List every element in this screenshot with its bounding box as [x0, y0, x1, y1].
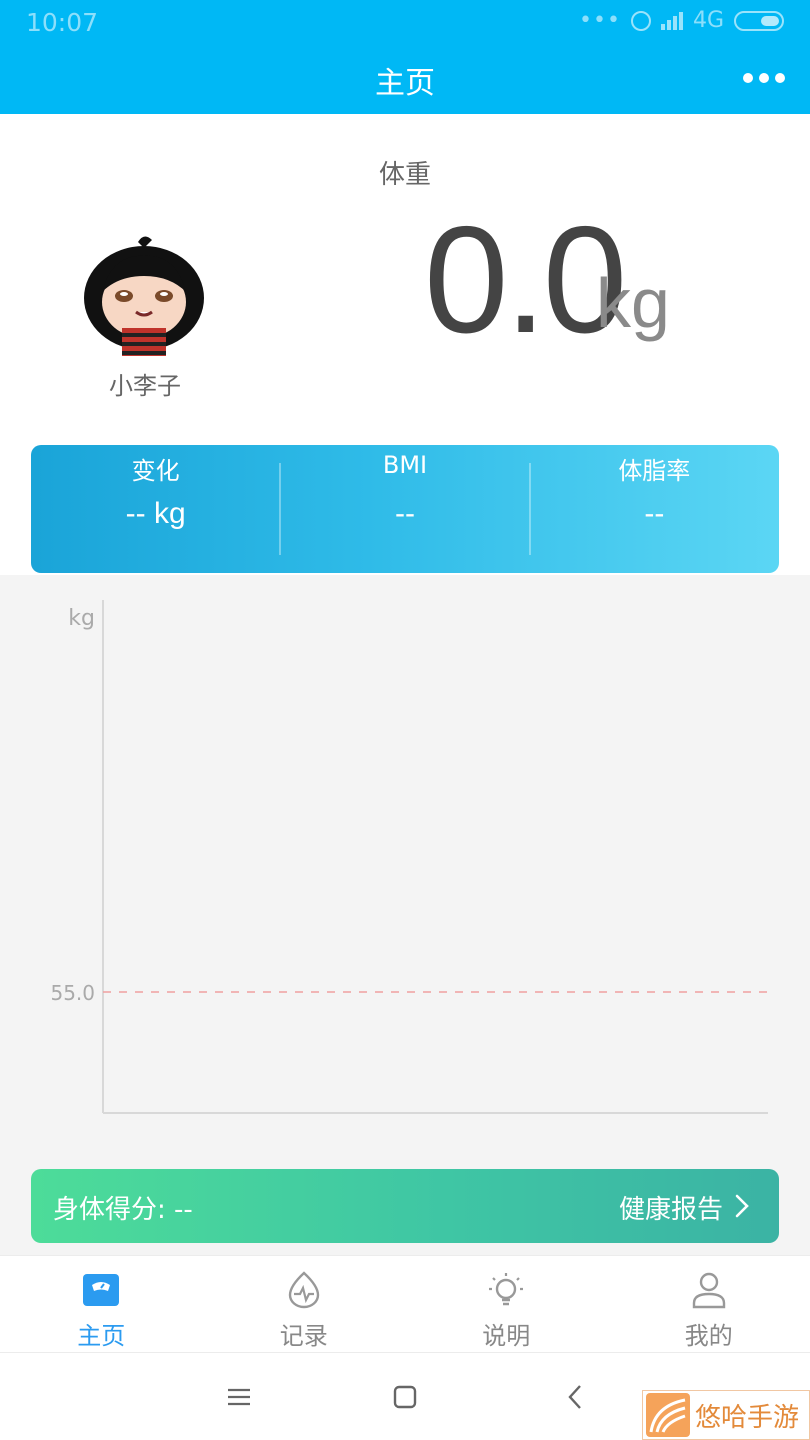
nav-item-mine[interactable]: 我的 [608, 1256, 810, 1352]
health-report-link[interactable]: 健康报告 [619, 1189, 723, 1226]
nav-label-mine: 我的 [684, 1322, 733, 1350]
home-button-icon[interactable] [390, 1382, 420, 1412]
user-avatar[interactable] [82, 232, 206, 356]
weight-label: 体重 [378, 160, 431, 190]
reference-line-label: 55.0 [50, 981, 95, 1005]
status-time: 10:07 [26, 8, 99, 37]
stat-body-fat-value: -- [644, 497, 665, 530]
notification-dots-icon: ••• [579, 8, 621, 33]
weight-unit: kg [596, 264, 670, 342]
stat-body-fat-label: 体脂率 [618, 457, 691, 485]
watermark: 悠哈手游 [642, 1390, 810, 1440]
health-report-bar[interactable]: 身体得分: -- 健康报告 [31, 1169, 779, 1243]
menu-icon[interactable] [224, 1382, 254, 1412]
stats-card: 变化 -- kg BMI -- 体脂率 -- [31, 445, 779, 573]
nav-item-records[interactable]: 记录 [203, 1256, 406, 1352]
app-screen: 10:07 ••• 4G 主页 体重 小李子 0.0 kg 变化 -- kg B… [0, 0, 810, 1440]
nav-item-home[interactable]: 主页 [0, 1256, 203, 1352]
nav-label-home: 主页 [77, 1322, 126, 1350]
watermark-text: 悠哈手游 [695, 1402, 800, 1433]
chevron-right-icon [735, 1194, 749, 1218]
battery-icon [734, 10, 784, 31]
user-icon [692, 1272, 725, 1309]
status-bar: 10:07 ••• 4G [0, 0, 810, 46]
scale-icon [83, 1274, 120, 1306]
weight-chart-svg: kg 55.0 [50, 600, 768, 1114]
signal-icon [660, 11, 683, 30]
top-bar: 10:07 ••• 4G 主页 [0, 0, 810, 114]
weight-chart: kg 55.0 [0, 575, 810, 1255]
bottom-nav: 主页 记录 说明 我的 [0, 1255, 810, 1353]
body-score-label: 身体得分: -- [53, 1195, 193, 1225]
stat-bmi-label: BMI [382, 451, 428, 479]
stat-change-label: 变化 [131, 457, 180, 485]
stat-change-value: -- kg [125, 497, 186, 530]
record-icon [288, 1271, 319, 1309]
watermark-logo-icon [646, 1393, 690, 1437]
stat-divider [529, 463, 531, 555]
stat-change: 变化 -- kg [31, 445, 280, 573]
nav-label-records: 记录 [279, 1322, 328, 1350]
network-type: 4G [692, 8, 724, 33]
more-dot-icon [759, 73, 769, 83]
lightbulb-icon [489, 1273, 524, 1306]
user-name: 小李子 [109, 372, 181, 400]
back-icon[interactable] [560, 1382, 590, 1412]
y-axis-label: kg [68, 606, 95, 631]
nav-item-instructions[interactable]: 说明 [405, 1256, 608, 1352]
status-icons: ••• 4G [579, 8, 784, 33]
more-dot-icon [743, 73, 753, 83]
page-title: 主页 [375, 66, 435, 101]
stat-body-fat: 体脂率 -- [530, 445, 779, 573]
alarm-icon [630, 10, 651, 31]
weight-value: 0.0 [424, 195, 627, 365]
stat-bmi: BMI -- [280, 445, 529, 573]
more-options-button[interactable] [740, 62, 788, 94]
stat-divider [279, 463, 281, 555]
stat-bmi-value: -- [395, 497, 415, 530]
nav-label-instructions: 说明 [482, 1322, 531, 1350]
more-dot-icon [775, 73, 785, 83]
